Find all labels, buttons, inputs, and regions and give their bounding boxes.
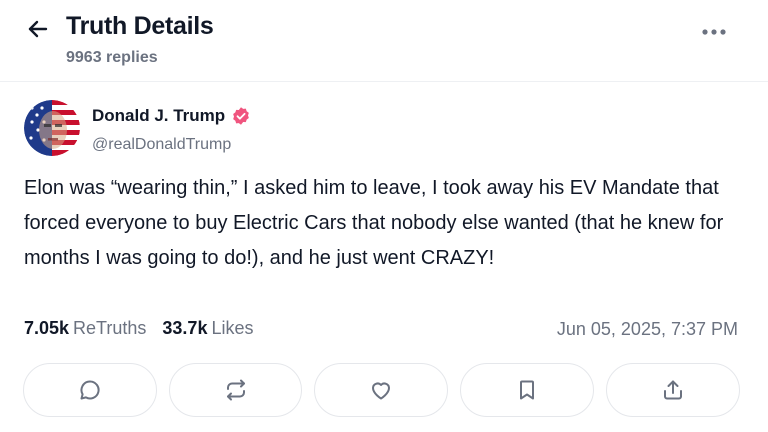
author-name-row[interactable]: Donald J. Trump [92, 106, 251, 126]
post-timestamp: Jun 05, 2025, 7:37 PM [556, 319, 738, 339]
retruth-button[interactable] [169, 363, 302, 417]
comment-icon [80, 380, 100, 400]
likes-stat[interactable]: 33.7k Likes [162, 318, 253, 339]
retruths-stat[interactable]: 7.05k ReTruths [24, 318, 146, 339]
more-options-button[interactable] [698, 20, 730, 44]
bookmark-button[interactable] [460, 363, 594, 417]
page-header: Truth Details 9963 replies [0, 0, 768, 80]
post-body: Elon was “wearing thin,” I asked him to … [24, 177, 724, 269]
bookmark-icon [520, 380, 534, 400]
retruths-count: 7.05k [24, 318, 70, 338]
arrow-left-icon [28, 20, 48, 38]
post-stats: 7.05k ReTruths 33.7k Likes [24, 318, 253, 339]
reply-button[interactable] [23, 363, 157, 417]
back-button[interactable] [22, 14, 54, 44]
likes-label: Likes [211, 318, 254, 338]
share-icon [664, 380, 682, 400]
share-button[interactable] [606, 363, 740, 417]
likes-count: 33.7k [162, 318, 208, 338]
action-bar [23, 363, 740, 417]
more-horizontal-icon [702, 29, 726, 35]
reply-count: 9963 replies [66, 49, 158, 66]
avatar[interactable] [24, 100, 80, 156]
header-divider [0, 81, 768, 82]
like-button[interactable] [314, 363, 448, 417]
page-title: Truth Details [66, 12, 214, 40]
repost-icon [226, 379, 245, 401]
author-handle[interactable]: @realDonaldTrump [92, 136, 231, 154]
avatar-image [24, 100, 80, 156]
retruths-label: ReTruths [73, 318, 147, 338]
author-name[interactable]: Donald J. Trump [92, 106, 225, 126]
heart-icon [372, 382, 390, 400]
verified-badge-icon [231, 106, 251, 126]
